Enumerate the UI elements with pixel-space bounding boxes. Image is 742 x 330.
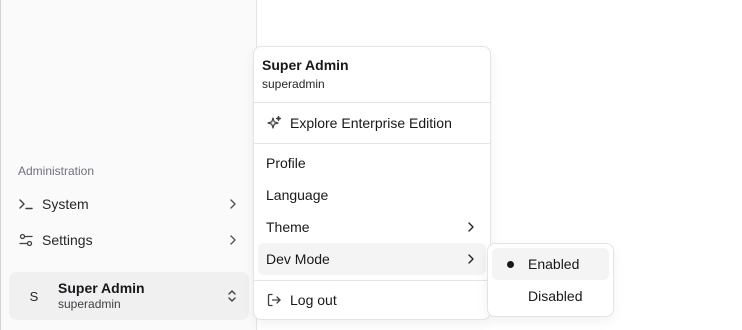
chevron-right-icon bbox=[464, 220, 478, 234]
avatar: S bbox=[29, 288, 39, 304]
menu-divider bbox=[254, 143, 490, 144]
menu-item-theme[interactable]: Theme bbox=[258, 211, 486, 243]
log-out-icon bbox=[266, 292, 282, 308]
sparkles-icon bbox=[266, 115, 282, 131]
menu-item-language[interactable]: Language bbox=[258, 179, 486, 211]
menu-item-label: Explore Enterprise Edition bbox=[290, 115, 452, 131]
menu-item-log-out[interactable]: Log out bbox=[258, 284, 486, 316]
account-menu-header: Super Admin superadmin bbox=[262, 57, 349, 92]
chevron-right-icon bbox=[464, 252, 478, 266]
submenu-option-disabled[interactable]: Disabled bbox=[492, 280, 609, 312]
sidebar-item-label: System bbox=[42, 196, 89, 212]
menu-item-dev-mode[interactable]: Dev Mode bbox=[258, 243, 486, 275]
menu-item-profile[interactable]: Profile bbox=[258, 147, 486, 179]
chevron-right-icon bbox=[226, 233, 240, 247]
radio-unselected-icon bbox=[502, 288, 518, 304]
terminal-icon bbox=[18, 196, 34, 212]
chevrons-up-down-icon bbox=[225, 288, 239, 304]
menu-item-label: Theme bbox=[266, 219, 310, 235]
account-handle: superadmin bbox=[262, 76, 325, 91]
user-name: Super Admin bbox=[58, 279, 145, 296]
dev-mode-submenu: Enabled Disabled bbox=[487, 243, 614, 317]
user-handle: superadmin bbox=[58, 297, 121, 312]
menu-item-explore-enterprise[interactable]: Explore Enterprise Edition bbox=[258, 107, 486, 139]
menu-divider bbox=[254, 102, 490, 103]
menu-item-label: Dev Mode bbox=[266, 251, 330, 267]
sidebar-item-label: Settings bbox=[42, 232, 93, 248]
sidebar-item-settings[interactable]: Settings bbox=[9, 224, 249, 256]
menu-item-label: Profile bbox=[266, 155, 306, 171]
sidebar-group-label: Administration bbox=[18, 164, 95, 178]
submenu-option-label: Disabled bbox=[528, 288, 583, 304]
account-name: Super Admin bbox=[262, 57, 349, 73]
user-info: Super Admin superadmin bbox=[58, 280, 225, 313]
menu-item-label: Log out bbox=[290, 292, 337, 308]
menu-divider bbox=[254, 280, 490, 281]
sidebar-item-system[interactable]: System bbox=[9, 188, 249, 220]
chevron-right-icon bbox=[226, 197, 240, 211]
menu-item-label: Language bbox=[266, 187, 329, 203]
account-menu: Super Admin superadmin Explore Enterpris… bbox=[253, 46, 491, 320]
submenu-option-enabled[interactable]: Enabled bbox=[492, 248, 609, 280]
submenu-option-label: Enabled bbox=[528, 256, 580, 272]
radio-selected-icon bbox=[502, 256, 518, 272]
user-menu-trigger[interactable]: S Super Admin superadmin bbox=[9, 272, 249, 320]
sidebar: Administration System Settings S Super A… bbox=[0, 0, 257, 330]
sliders-icon bbox=[18, 232, 34, 248]
